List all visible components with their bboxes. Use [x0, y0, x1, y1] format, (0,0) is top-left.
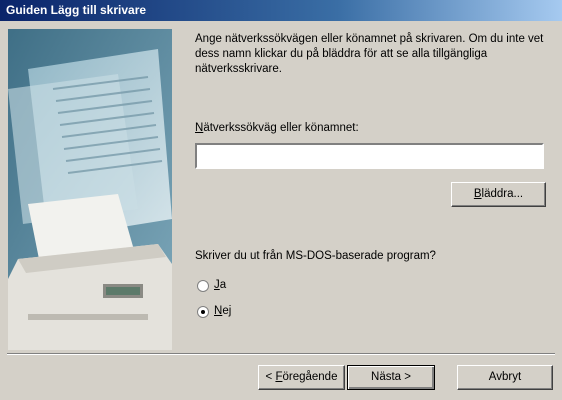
radio-yes-rest: a [219, 279, 227, 291]
footer-divider [7, 353, 555, 355]
radio-no[interactable] [197, 306, 209, 318]
back-button[interactable]: < Föregående [258, 365, 345, 390]
radio-yes-label[interactable]: Ja [214, 279, 226, 291]
window-title: Guiden Lägg till skrivare [6, 3, 147, 17]
printer-icon [8, 29, 172, 350]
browse-accel: B [473, 188, 482, 200]
radio-no-rest: ej [222, 305, 232, 317]
wizard-illustration [8, 29, 172, 350]
browse-label: läddra... [481, 188, 524, 200]
browse-button[interactable]: Bläddra... [451, 182, 546, 207]
back-prefix: < [265, 371, 276, 383]
cancel-button[interactable]: Avbryt [457, 365, 553, 390]
back-label: öregående [282, 371, 338, 383]
title-bar[interactable]: Guiden Lägg till skrivare [0, 0, 562, 21]
radio-yes[interactable] [197, 280, 209, 292]
msdos-question: Skriver du ut från MS-DOS-baserade progr… [195, 250, 436, 262]
radio-no-label[interactable]: Nej [214, 305, 231, 317]
description-text: Ange nätverkssökvägen eller könamnet på … [195, 33, 544, 75]
path-label: Nätverkssökväg eller könamnet: [195, 122, 359, 134]
radio-selected-dot [201, 310, 205, 314]
printer-path-input[interactable] [195, 143, 544, 169]
path-label-rest: ätverkssökväg eller könamnet: [203, 122, 359, 134]
next-button[interactable]: Nästa > [347, 365, 435, 390]
